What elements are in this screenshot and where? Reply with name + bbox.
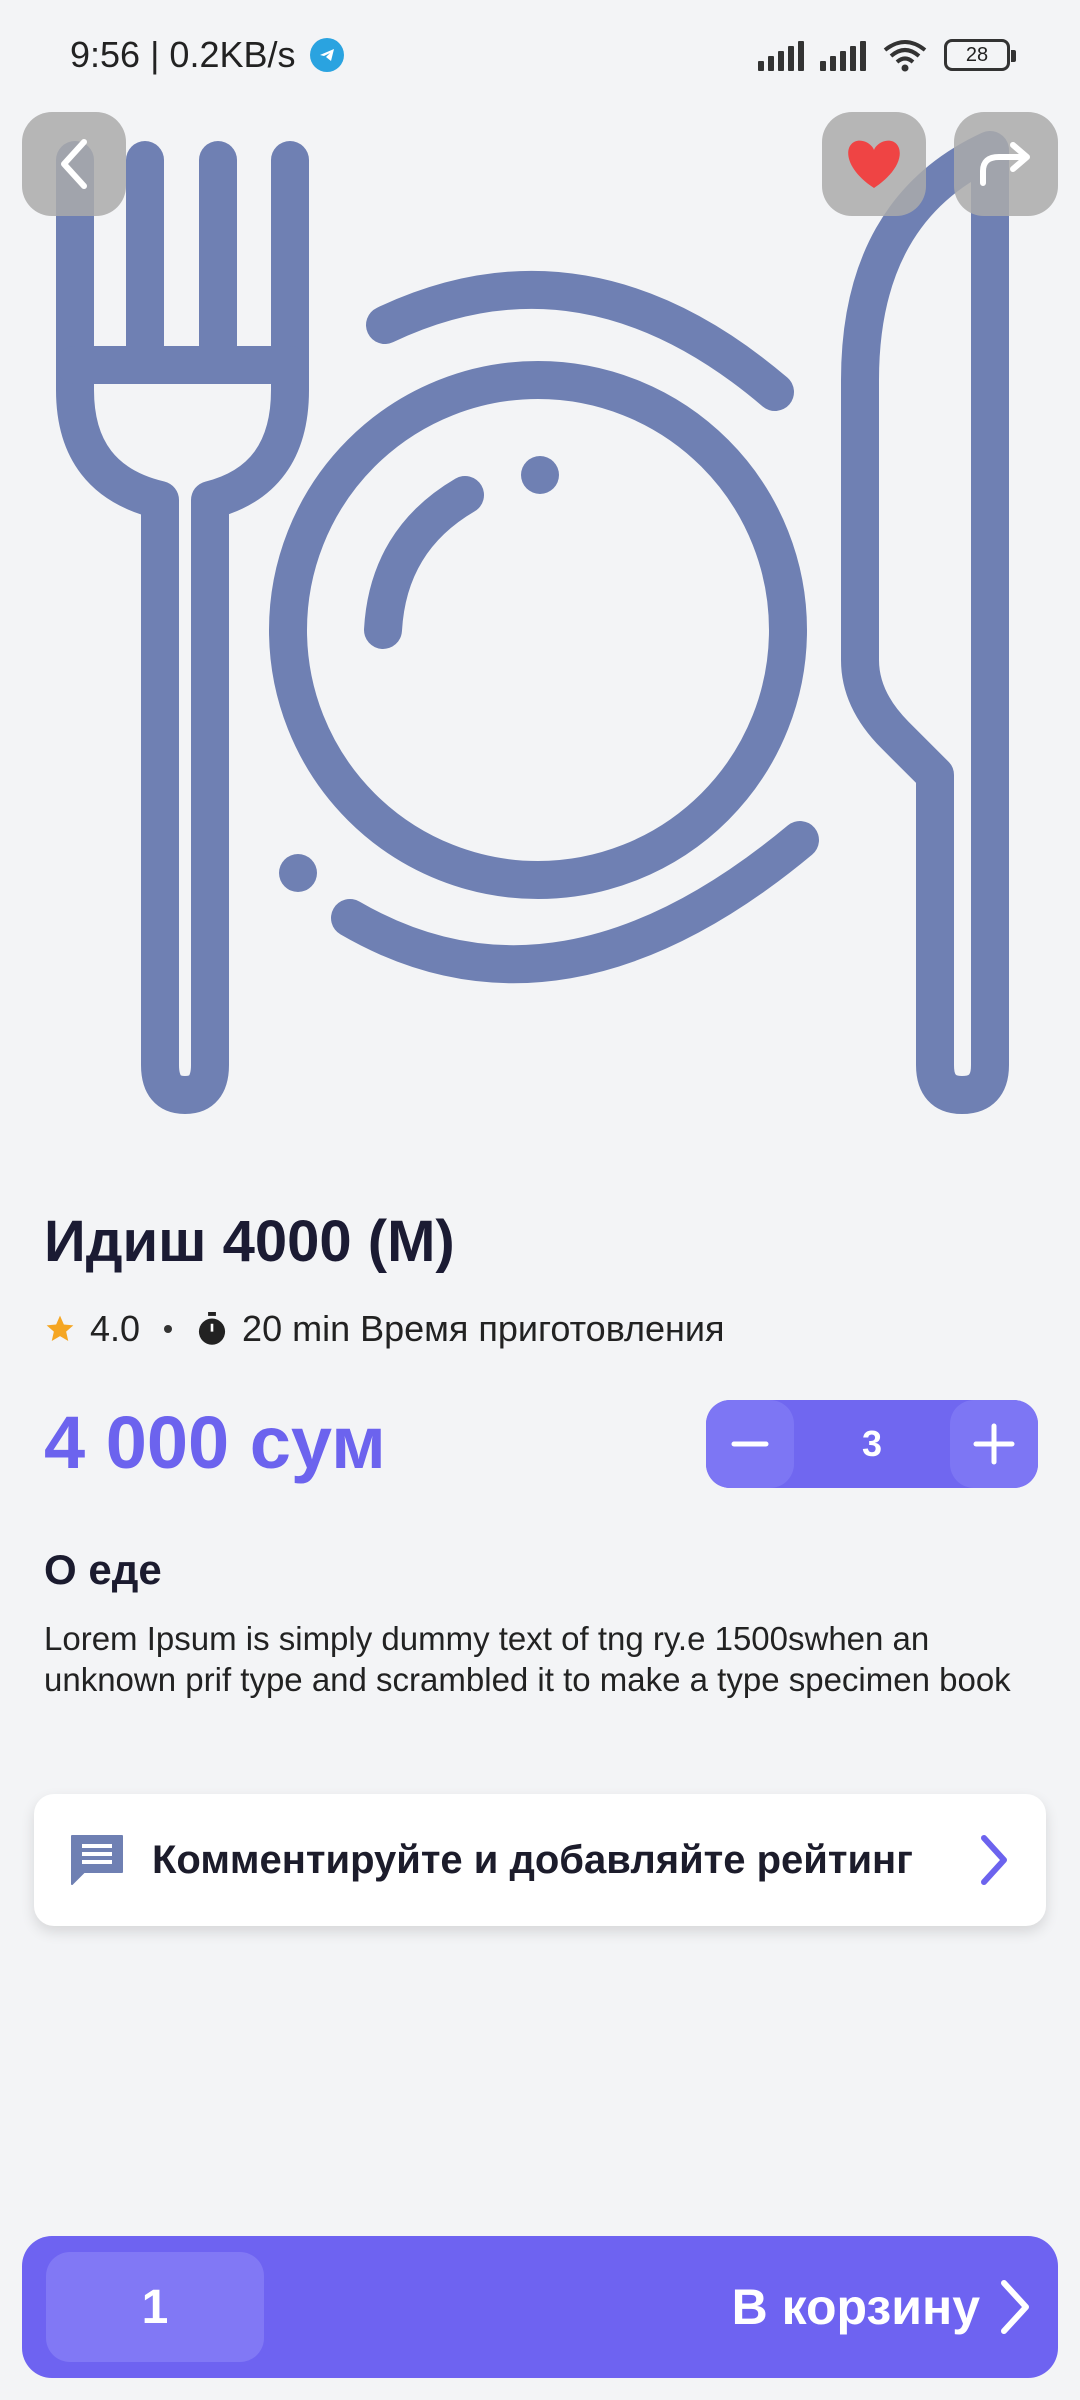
status-right: 28 [758,38,1016,72]
back-button[interactable] [22,112,126,216]
product-title: Идиш 4000 (M) [44,1209,455,1274]
increment-button[interactable] [950,1400,1038,1488]
quantity-stepper: 3 [706,1400,1038,1488]
chevron-right-icon [981,1835,1007,1885]
signal-icon [758,39,804,71]
minus-icon [731,1441,769,1447]
favorite-button[interactable] [822,112,926,216]
add-to-cart-bar[interactable]: 1 В корзину [22,2236,1058,2378]
status-bar: 9:56 | 0.2KB/s 28 [0,0,1080,110]
cart-count: 1 [46,2252,264,2362]
share-icon [980,142,1030,186]
comment-icon [71,1835,123,1885]
product-meta: 4.0 20 min Время приготовления [44,1308,725,1350]
battery-icon: 28 [944,39,1016,71]
chevron-right-icon [1001,2280,1029,2334]
share-button[interactable] [954,112,1058,216]
product-image [0,110,1080,1130]
product-price: 4 000 сум [44,1401,386,1484]
about-heading: О еде [44,1546,162,1593]
comment-label: Комментируйте и добавляйте рейтинг [152,1837,913,1882]
add-to-cart-label: В корзину [731,2279,980,2335]
plate-fork-knife-icon [56,131,1009,1114]
prep-time: 20 min Время приготовления [242,1308,725,1349]
heart-icon [848,140,900,188]
quantity-value: 3 [861,1423,883,1464]
comment-rating-button[interactable]: Комментируйте и добавляйте рейтинг [34,1794,1046,1926]
plus-icon [973,1423,1015,1465]
timer-icon [198,1312,226,1345]
star-icon [46,1315,74,1341]
separator-dot [164,1325,173,1333]
add-to-cart-button[interactable]: В корзину [732,2277,1034,2337]
telegram-icon [309,38,344,72]
about-description: Lorem Ipsum is simply dummy text of tng … [44,1620,1011,1698]
decrement-button[interactable] [706,1400,794,1488]
wifi-icon [883,40,927,72]
product-page: 9:56 | 0.2KB/s 28 Идиш 4000 (M) 4.0 20 m… [0,0,1080,2400]
signal-icon-2 [820,39,866,71]
chevron-left-icon [61,139,87,189]
cart-count-value: 1 [141,2280,169,2334]
battery-level: 28 [965,43,989,66]
status-time: 9:56 | 0.2KB/s [70,34,296,75]
rating-value: 4.0 [90,1308,141,1349]
status-left: 9:56 | 0.2KB/s [70,34,344,76]
